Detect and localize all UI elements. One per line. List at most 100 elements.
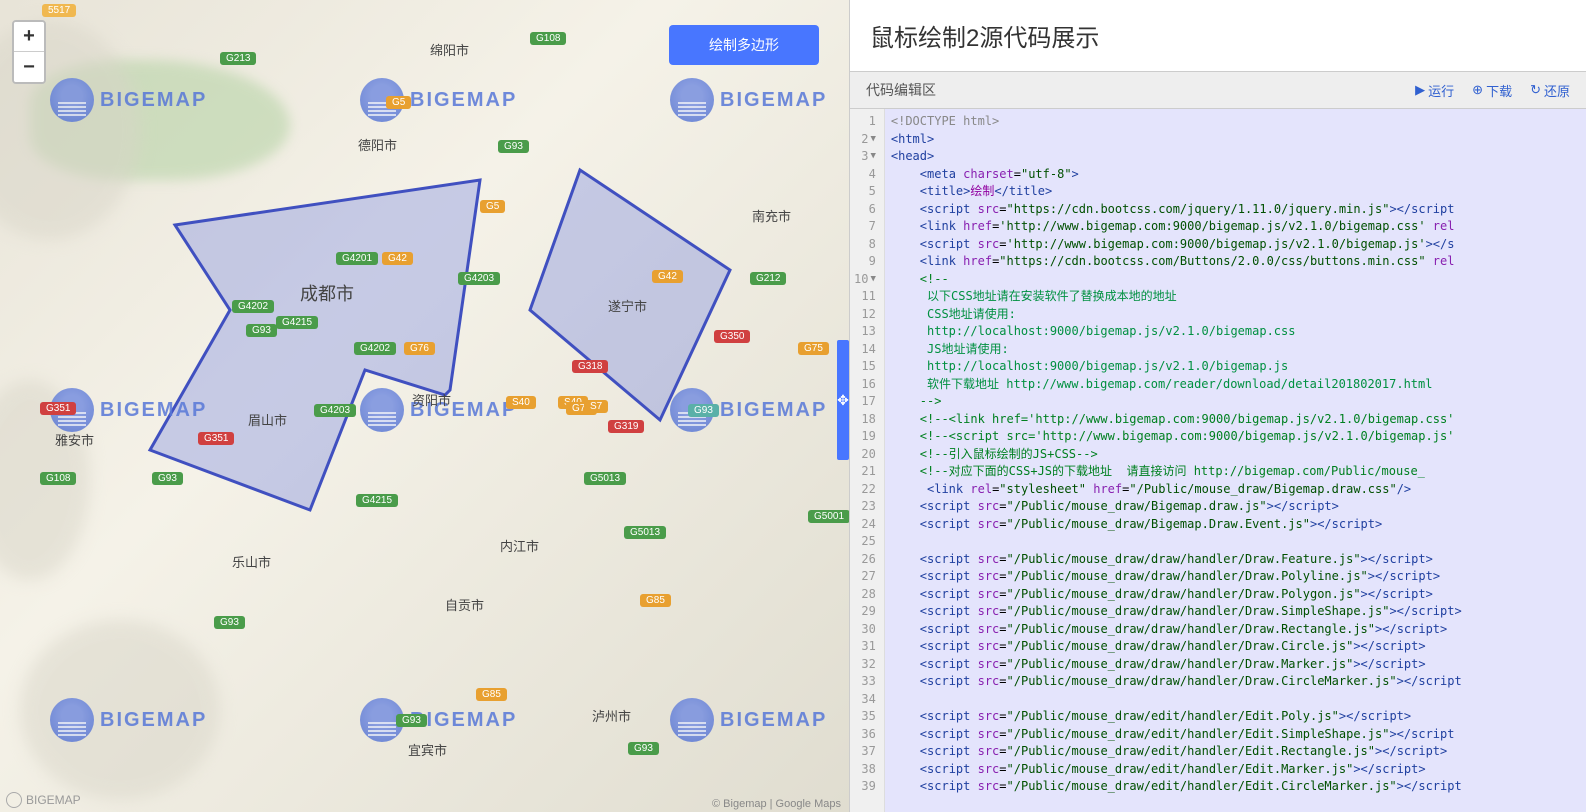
road-badge: G5013	[624, 526, 666, 539]
code-line[interactable]: <html>	[891, 131, 1580, 149]
code-line[interactable]: <script src="/Public/mouse_draw/draw/han…	[891, 673, 1580, 691]
code-line[interactable]: <!DOCTYPE html>	[891, 113, 1580, 131]
line-number: 31	[854, 638, 876, 656]
run-button[interactable]: ▶运行	[1415, 81, 1454, 100]
line-number: 23	[854, 498, 876, 516]
download-button[interactable]: ⊕下载	[1472, 81, 1512, 100]
page-title: 鼠标绘制2源代码展示	[850, 0, 1586, 71]
map-panel[interactable]: BIGEMAP BIGEMAP BIGEMAP BIGEMAP BIGEMAP BIGEM…	[0, 0, 850, 812]
code-line[interactable]: <script src="/Public/mouse_draw/edit/han…	[891, 761, 1580, 779]
code-line[interactable]: <link href='http://www.bigemap.com:9000/…	[891, 218, 1580, 236]
road-badge: G93	[396, 714, 427, 727]
code-line[interactable]: <script src="/Public/mouse_draw/Bigemap.…	[891, 516, 1580, 534]
city-label: 遂宁市	[608, 296, 647, 315]
watermark-text: BIGEMAP	[100, 709, 207, 732]
line-number: 30	[854, 621, 876, 639]
code-line[interactable]: <!--对应下面的CSS+JS的下载地址 请直接访问 http://bigema…	[891, 463, 1580, 481]
draw-polygon-button[interactable]: 绘制多边形	[669, 25, 819, 65]
restore-button[interactable]: ↻还原	[1530, 81, 1570, 100]
zoom-out-button[interactable]: −	[14, 52, 44, 82]
line-number: 28	[854, 586, 876, 604]
code-line[interactable]: <script src="/Public/mouse_draw/edit/han…	[891, 726, 1580, 744]
road-badge: G108	[40, 472, 76, 485]
code-line[interactable]	[891, 533, 1580, 551]
road-badge: G93	[152, 472, 183, 485]
watermark: BIGEMAP	[670, 698, 827, 742]
code-line[interactable]: <script src='http://www.bigemap.com:9000…	[891, 236, 1580, 254]
code-line[interactable]: http://localhost:9000/bigemap.js/v2.1.0/…	[891, 358, 1580, 376]
zoom-in-button[interactable]: +	[14, 22, 44, 52]
road-badge: G76	[404, 342, 435, 355]
code-line[interactable]: -->	[891, 393, 1580, 411]
road-badge: G85	[640, 594, 671, 607]
code-line[interactable]: <script src="/Public/mouse_draw/edit/han…	[891, 708, 1580, 726]
code-line[interactable]: 软件下载地址 http://www.bigemap.com/reader/dow…	[891, 376, 1580, 394]
line-number: 39	[854, 778, 876, 796]
city-label: 雅安市	[55, 430, 94, 449]
code-line[interactable]: <script src="https://cdn.bootcss.com/jqu…	[891, 201, 1580, 219]
fold-icon[interactable]: ▼	[870, 131, 875, 149]
code-line[interactable]: <script src="/Public/mouse_draw/draw/han…	[891, 656, 1580, 674]
road-badge: G351	[40, 402, 76, 415]
code-line[interactable]: <meta charset="utf-8">	[891, 166, 1580, 184]
restore-icon: ↻	[1530, 82, 1541, 98]
map-canvas[interactable]: BIGEMAP BIGEMAP BIGEMAP BIGEMAP BIGEMAP BIGEM…	[0, 0, 849, 812]
code-line[interactable]: <script src="/Public/mouse_draw/edit/han…	[891, 778, 1580, 796]
code-editor[interactable]: 12▼3▼45678910▼11121314151617181920212223…	[850, 109, 1586, 812]
road-badge: G4202	[232, 300, 274, 313]
code-line[interactable]: <title>绘制</title>	[891, 183, 1580, 201]
code-line[interactable]: <link rel="stylesheet" href="/Public/mou…	[891, 481, 1580, 499]
code-area[interactable]: <!DOCTYPE html><html><head> <meta charse…	[885, 109, 1586, 812]
line-gutter: 12▼3▼45678910▼11121314151617181920212223…	[850, 109, 885, 812]
code-line[interactable]: <script src="/Public/mouse_draw/draw/han…	[891, 638, 1580, 656]
city-label: 成都市	[300, 280, 354, 306]
drawn-polygon[interactable]	[530, 170, 730, 420]
code-line[interactable]: JS地址请使用:	[891, 341, 1580, 359]
code-line[interactable]: <script src="/Public/mouse_draw/edit/han…	[891, 743, 1580, 761]
watermark-text: BIGEMAP	[410, 89, 517, 112]
code-line[interactable]: <script src="/Public/mouse_draw/draw/han…	[891, 551, 1580, 569]
road-badge: G319	[608, 420, 644, 433]
code-line[interactable]: <script src="/Public/mouse_draw/draw/han…	[891, 621, 1580, 639]
line-number: 32	[854, 656, 876, 674]
code-line[interactable]: <script src="/Public/mouse_draw/Bigemap.…	[891, 498, 1580, 516]
panel-resize-handle[interactable]	[837, 340, 849, 460]
road-badge: G351	[198, 432, 234, 445]
watermark-text: BIGEMAP	[720, 399, 827, 422]
city-label: 南充市	[752, 206, 791, 225]
code-line[interactable]: CSS地址请使用:	[891, 306, 1580, 324]
code-line[interactable]: <link href="https://cdn.bootcss.com/Butt…	[891, 253, 1580, 271]
line-number: 33	[854, 673, 876, 691]
map-provider-logo: BIGEMAP	[6, 792, 81, 808]
line-number: 8	[854, 236, 876, 254]
road-badge: G4201	[336, 252, 378, 265]
road-badge: G108	[530, 32, 566, 45]
fold-icon[interactable]: ▼	[870, 148, 875, 166]
watermark: BIGEMAP	[50, 698, 207, 742]
code-line[interactable]: <!--引入鼠标绘制的JS+CSS-->	[891, 446, 1580, 464]
fold-icon[interactable]: ▼	[870, 271, 875, 289]
road-badge: G4203	[458, 272, 500, 285]
code-line[interactable]: 以下CSS地址请在安装软件了替换成本地的地址	[891, 288, 1580, 306]
code-line[interactable]: <script src="/Public/mouse_draw/draw/han…	[891, 603, 1580, 621]
code-line[interactable]: <!--<link href='http://www.bigemap.com:9…	[891, 411, 1580, 429]
code-line[interactable]: <script src="/Public/mouse_draw/draw/han…	[891, 568, 1580, 586]
code-line[interactable]: http://localhost:9000/bigemap.js/v2.1.0/…	[891, 323, 1580, 341]
code-panel: 鼠标绘制2源代码展示 代码编辑区 ▶运行 ⊕下载 ↻还原 12▼3▼456789…	[850, 0, 1586, 812]
line-number: 20	[854, 446, 876, 464]
code-line[interactable]: <!--	[891, 271, 1580, 289]
road-badge: G213	[220, 52, 256, 65]
code-line[interactable]: <head>	[891, 148, 1580, 166]
line-number: 13	[854, 323, 876, 341]
code-line[interactable]: <script src="/Public/mouse_draw/draw/han…	[891, 586, 1580, 604]
watermark-text: BIGEMAP	[720, 709, 827, 732]
globe-icon	[6, 792, 22, 808]
bigemap-logo-icon	[50, 78, 94, 122]
city-label: 绵阳市	[430, 40, 469, 59]
code-line[interactable]: <!--<script src='http://www.bigemap.com:…	[891, 428, 1580, 446]
code-line[interactable]	[891, 691, 1580, 709]
watermark: BIGEMAP	[670, 78, 827, 122]
line-number: 14	[854, 341, 876, 359]
city-label: 内江市	[500, 536, 539, 555]
line-number: 34	[854, 691, 876, 709]
